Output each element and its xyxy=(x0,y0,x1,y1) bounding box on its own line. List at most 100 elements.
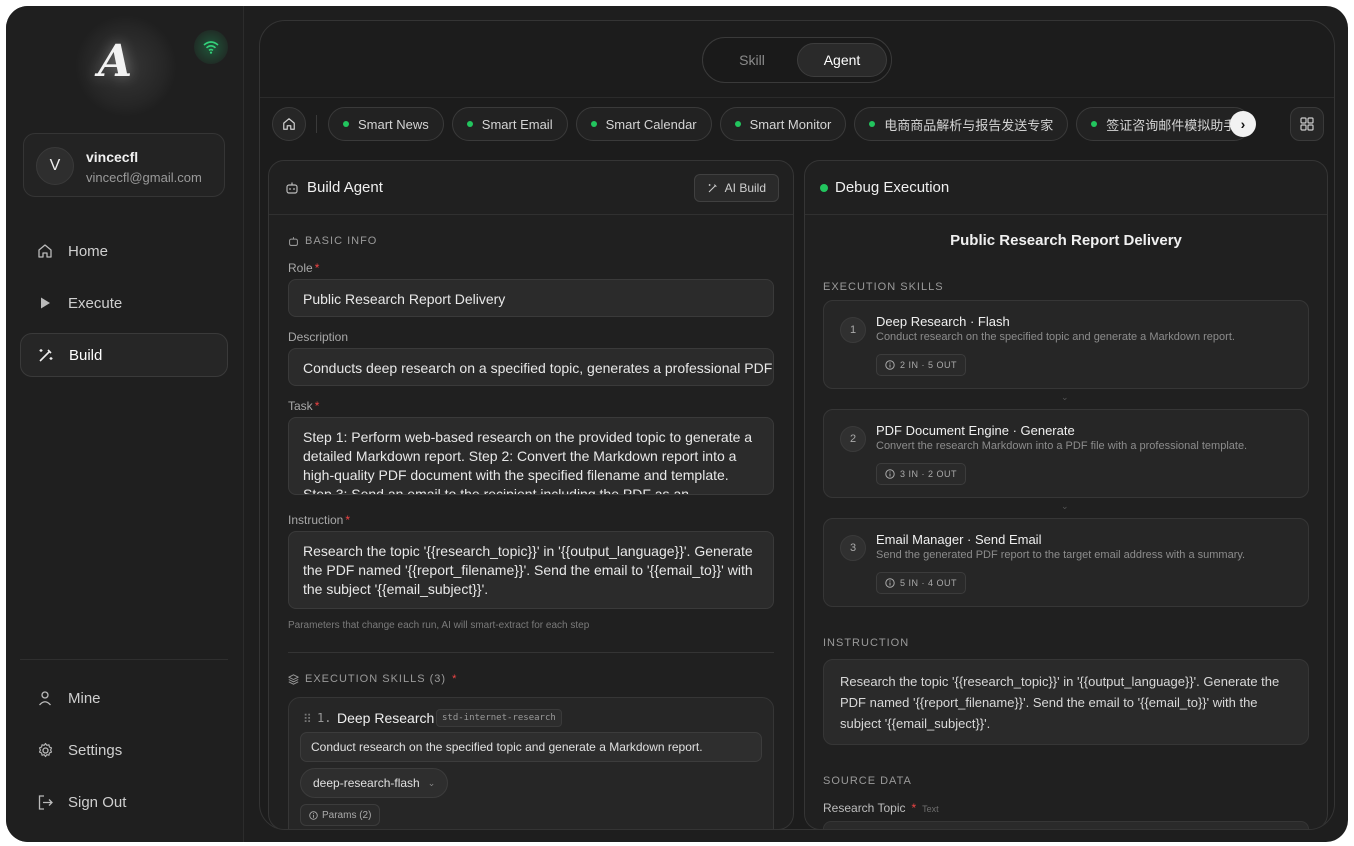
sidebar-divider xyxy=(20,659,228,660)
run-title: Public Research Report Delivery xyxy=(950,232,1182,249)
status-dot xyxy=(590,121,597,127)
home-icon xyxy=(283,118,295,130)
chevron-down-icon: ⌄ xyxy=(427,777,436,788)
ai-build-button[interactable]: AI Build xyxy=(693,174,779,202)
mode-skill-button[interactable]: Skill xyxy=(709,43,795,77)
execution-skills-heading: EXECUTION SKILLS (3) * xyxy=(288,673,457,685)
io-badge[interactable]: 2 IN · 5 OUT xyxy=(876,354,967,376)
chips-separator xyxy=(316,115,317,133)
panel-title: Build Agent xyxy=(307,179,383,196)
agent-chip[interactable]: 签证咨询邮件模拟助手 xyxy=(1076,107,1252,141)
gear-icon xyxy=(36,741,54,759)
skill-index: 1. xyxy=(317,711,332,725)
sidebar: A V vincecfl vincecfl@gmail.com Home Exe… xyxy=(6,6,244,842)
execution-skill-card[interactable]: 2 PDF Document Engine · Generate Convert… xyxy=(823,409,1309,498)
mode-agent-button[interactable]: Agent xyxy=(797,43,887,77)
header-divider xyxy=(260,97,1334,98)
role-input[interactable]: Public Research Report Delivery xyxy=(288,279,774,317)
info-icon xyxy=(885,360,895,370)
instruction-label: Instruction * xyxy=(288,513,351,527)
skill-variant-select[interactable]: deep-research-flash ⌄ xyxy=(300,768,449,798)
agent-chip[interactable]: Smart News xyxy=(328,107,444,141)
params-button[interactable]: Params (2) xyxy=(300,804,381,826)
agent-chip-label: Smart News xyxy=(358,116,429,132)
panel-header: Debug Execution xyxy=(805,161,1327,215)
agent-chip[interactable]: 电商商品解析与报告发送专家 xyxy=(854,107,1069,141)
skill-description: Conduct research on the specified topic … xyxy=(876,331,1235,343)
layers-icon xyxy=(288,673,299,685)
execution-skills-heading: EXECUTION SKILLS xyxy=(823,281,944,293)
drag-handle-icon[interactable]: ⠿ xyxy=(303,712,312,726)
grid-icon xyxy=(1300,117,1314,131)
skill-description: Convert the research Markdown into a PDF… xyxy=(876,440,1248,452)
panel-title: Debug Execution xyxy=(835,179,950,196)
main-area: Skill Agent Smart News Smart Email Smart C… xyxy=(259,20,1335,830)
info-icon xyxy=(885,578,895,588)
source-data-heading: SOURCE DATA xyxy=(823,775,912,787)
nav-item-label: Mine xyxy=(68,689,101,707)
nav-item-label: Sign Out xyxy=(68,793,127,811)
chevron-down-icon: ⌄ xyxy=(1061,501,1069,511)
agent-chip-label: Smart Email xyxy=(481,116,553,132)
app-logo: A xyxy=(98,36,133,87)
nav-item-settings[interactable]: Settings xyxy=(20,728,228,772)
skill-tag: std-internet-research xyxy=(436,709,562,727)
user-email: vincecfl@gmail.com xyxy=(86,170,202,185)
agent-chip-label: 电商商品解析与报告发送专家 xyxy=(884,117,1054,133)
nav-item-execute[interactable]: Execute xyxy=(20,281,228,325)
skill-description-input[interactable]: Conduct research on the specified topic … xyxy=(300,732,762,762)
nav-item-build[interactable]: Build xyxy=(20,333,228,377)
instruction-textarea[interactable]: Research the topic '{{research_topic}}' … xyxy=(288,531,774,609)
info-icon xyxy=(885,469,895,479)
wifi-icon[interactable] xyxy=(194,30,228,64)
section-divider xyxy=(288,652,774,653)
user-card[interactable]: V vincecfl vincecfl@gmail.com xyxy=(23,133,225,197)
user-name: vincecfl xyxy=(86,149,139,165)
agent-chip[interactable]: Smart Email xyxy=(451,107,568,141)
status-dot xyxy=(869,121,876,127)
nav-item-mine[interactable]: Mine xyxy=(20,676,228,720)
robot-icon xyxy=(289,236,298,246)
status-dot xyxy=(734,121,741,127)
agent-chip-label: 签证咨询邮件模拟助手 xyxy=(1106,117,1237,133)
status-dot xyxy=(1091,121,1098,127)
skill-name: Deep Research · Flash xyxy=(876,314,1010,329)
execution-skill-card[interactable]: 1 Deep Research · Flash Conduct research… xyxy=(823,300,1309,389)
research-topic-input[interactable] xyxy=(823,821,1309,829)
skill-name: Deep Research xyxy=(337,710,435,726)
home-icon xyxy=(36,242,54,260)
skill-name: Email Manager · Send Email xyxy=(876,532,1042,547)
chevron-down-icon: ⌄ xyxy=(1061,392,1069,402)
description-input[interactable]: Conducts deep research on a specified to… xyxy=(288,348,774,386)
task-textarea[interactable]: Step 1: Perform web-based research on th… xyxy=(288,417,774,495)
task-label: Task * xyxy=(288,399,320,413)
skill-card[interactable]: ⠿ 1. Deep Research std-internet-research… xyxy=(288,697,774,829)
user-icon xyxy=(36,689,54,707)
io-badge[interactable]: 5 IN · 4 OUT xyxy=(876,572,967,594)
magic-wand-icon xyxy=(37,346,55,364)
agent-chip[interactable]: Smart Calendar xyxy=(575,107,712,141)
avatar: V xyxy=(36,147,74,185)
role-label: Role * xyxy=(288,261,320,275)
nav-item-sign-out[interactable]: Sign Out xyxy=(20,780,228,824)
nav-item-home[interactable]: Home xyxy=(20,229,228,273)
io-badge[interactable]: 3 IN · 2 OUT xyxy=(876,463,967,485)
agent-chips: Smart News Smart Email Smart Calendar Smart… xyxy=(328,107,1258,141)
chevron-right-icon[interactable]: › xyxy=(1230,111,1256,137)
ai-build-label: AI Build xyxy=(724,181,766,195)
robot-icon xyxy=(285,181,299,200)
mode-switch: Skill Agent xyxy=(702,37,892,83)
nav-item-label: Home xyxy=(68,242,109,260)
instruction-hint: Parameters that change each run, AI will… xyxy=(288,620,590,631)
execution-skill-card[interactable]: 3 Email Manager · Send Email Send the ge… xyxy=(823,518,1309,607)
research-topic-label: Research Topic * Text xyxy=(823,801,939,815)
nav-item-label: Execute xyxy=(68,294,123,312)
agent-chip-label: Smart Monitor xyxy=(749,116,832,132)
instruction-text: Research the topic '{{research_topic}}' … xyxy=(823,659,1309,745)
basic-info-heading: BASIC INFO xyxy=(288,235,377,247)
grid-view-button[interactable] xyxy=(1290,107,1324,141)
agent-chip[interactable]: Smart Monitor xyxy=(719,107,847,141)
agent-chip-label: Smart Calendar xyxy=(605,116,697,132)
sign-out-icon xyxy=(36,793,54,811)
chips-home-button[interactable] xyxy=(272,107,306,141)
